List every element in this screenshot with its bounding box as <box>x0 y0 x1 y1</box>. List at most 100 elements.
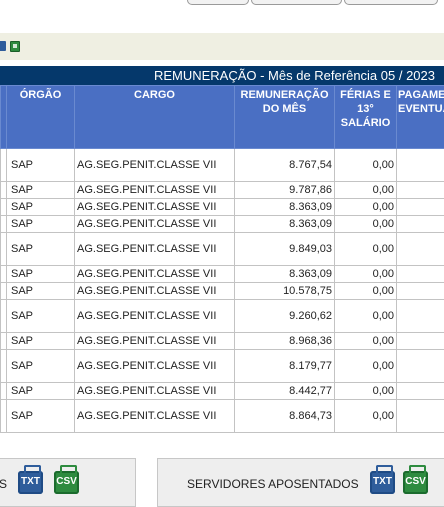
cell-remuneracao: 9.787,86 <box>234 181 335 199</box>
txt-download-icon[interactable]: TXT <box>370 465 395 494</box>
cell-cargo: AG.SEG.PENIT.CLASSE VII <box>74 399 235 433</box>
cell-cargo: AG.SEG.PENIT.CLASSE VII <box>74 349 235 383</box>
cell-ferias: 0,00 <box>334 181 397 199</box>
table-row: SAP AG.SEG.PENIT.CLASSE VII 9.787,86 0,00 <box>0 181 444 199</box>
cell-remuneracao: 8.363,09 <box>234 198 335 216</box>
cell-orgao: SAP <box>6 215 75 233</box>
cell-ferias: 0,00 <box>334 148 397 182</box>
column-header-pagamentos[interactable]: PAGAMENTOS EVENTUAIS <box>396 85 444 149</box>
cell-remuneracao: 8.767,54 <box>234 148 335 182</box>
txt-icon-label: TXT <box>373 476 392 487</box>
cell-orgao: SAP <box>6 399 75 433</box>
csv-icon-label: CSV <box>405 476 426 487</box>
table-row: SAP AG.SEG.PENIT.CLASSE VII 8.864,73 0,00 <box>0 399 444 433</box>
top-button[interactable] <box>344 0 438 5</box>
cell-cargo: AG.SEG.PENIT.CLASSE VII <box>74 181 235 199</box>
cell-pagamentos <box>396 215 444 233</box>
cell-cargo: AG.SEG.PENIT.CLASSE VII <box>74 382 235 400</box>
column-header-cargo[interactable]: CARGO <box>74 85 235 149</box>
cell-remuneracao: 9.849,03 <box>234 232 335 266</box>
cell-remuneracao: 8.442,77 <box>234 382 335 400</box>
cell-remuneracao: 8.363,09 <box>234 265 335 283</box>
table-row: SAP AG.SEG.PENIT.CLASSE VII 8.179,77 0,00 <box>0 349 444 383</box>
spacer <box>0 20 444 33</box>
cell-orgao: SAP <box>6 265 75 283</box>
cell-ferias: 0,00 <box>334 215 397 233</box>
csv-download-icon[interactable]: CSV <box>54 465 79 494</box>
download-label-aposentados: SERVIDORES APOSENTADOS <box>187 477 359 491</box>
csv-icon-label: CSV <box>56 476 77 487</box>
cell-pagamentos <box>396 299 444 333</box>
cell-pagamentos <box>396 232 444 266</box>
cell-ferias: 0,00 <box>334 265 397 283</box>
table-row: SAP AG.SEG.PENIT.CLASSE VII 8.767,54 0,00 <box>0 148 444 182</box>
table-title-bar: REMUNERAÇÃO - Mês de Referência 05 / 202… <box>0 66 444 85</box>
cell-pagamentos <box>396 382 444 400</box>
txt-icon-label: TXT <box>21 476 40 487</box>
cell-cargo: AG.SEG.PENIT.CLASSE VII <box>74 148 235 182</box>
cell-pagamentos <box>396 148 444 182</box>
page-title: REMUNERAÇÃO - Mês de Referência 05 / 202… <box>153 68 435 83</box>
cell-remuneracao: 8.968,36 <box>234 332 335 350</box>
cell-pagamentos <box>396 181 444 199</box>
cell-ferias: 0,00 <box>334 399 397 433</box>
txt-download-icon[interactable]: TXT <box>18 465 43 494</box>
cell-ferias: 0,00 <box>334 299 397 333</box>
table-row: SAP AG.SEG.PENIT.CLASSE VII 8.363,09 0,00 <box>0 215 444 233</box>
cell-remuneracao: 9.260,62 <box>234 299 335 333</box>
excel-icon[interactable] <box>10 41 20 52</box>
cell-orgao: SAP <box>6 382 75 400</box>
remuneration-table-container[interactable]: ÓRGÃO CARGO REMUNERAÇÃO DO MÊS FÉRIAS E … <box>0 85 444 442</box>
cell-pagamentos <box>396 282 444 300</box>
cell-remuneracao: 10.578,75 <box>234 282 335 300</box>
top-button[interactable] <box>187 0 249 5</box>
cell-orgao: SAP <box>6 181 75 199</box>
cell-pagamentos <box>396 198 444 216</box>
cell-cargo: AG.SEG.PENIT.CLASSE VII <box>74 282 235 300</box>
cell-orgao: SAP <box>6 299 75 333</box>
cell-ferias: 0,00 <box>334 232 397 266</box>
table-row: SAP AG.SEG.PENIT.CLASSE VII 9.849,03 0,00 <box>0 232 444 266</box>
cell-ferias: 0,00 <box>334 282 397 300</box>
table-row: SAP AG.SEG.PENIT.CLASSE VII 8.968,36 0,00 <box>0 332 444 350</box>
cell-ferias: 0,00 <box>334 198 397 216</box>
cell-cargo: AG.SEG.PENIT.CLASSE VII <box>74 232 235 266</box>
cell-orgao: SAP <box>6 349 75 383</box>
column-header-orgao[interactable]: ÓRGÃO <box>6 85 75 149</box>
column-header-ferias[interactable]: FÉRIAS E 13° SALÁRIO <box>334 85 397 149</box>
table-row: SAP AG.SEG.PENIT.CLASSE VII 8.442,77 0,00 <box>0 382 444 400</box>
download-box-servidores-ativos: S TXT CSV <box>0 458 136 507</box>
table-row: SAP AG.SEG.PENIT.CLASSE VII 9.260,62 0,00 <box>0 299 444 333</box>
cell-ferias: 0,00 <box>334 349 397 383</box>
cell-orgao: SAP <box>6 282 75 300</box>
column-header-remuneracao[interactable]: REMUNERAÇÃO DO MÊS <box>234 85 335 149</box>
table-row: SAP AG.SEG.PENIT.CLASSE VII 8.363,09 0,00 <box>0 198 444 216</box>
cell-pagamentos <box>396 399 444 433</box>
remuneration-table: ÓRGÃO CARGO REMUNERAÇÃO DO MÊS FÉRIAS E … <box>0 85 444 433</box>
csv-download-icon[interactable]: CSV <box>403 465 428 494</box>
cell-cargo: AG.SEG.PENIT.CLASSE VII <box>74 299 235 333</box>
cell-orgao: SAP <box>6 148 75 182</box>
cell-orgao: SAP <box>6 332 75 350</box>
cell-cargo: AG.SEG.PENIT.CLASSE VII <box>74 265 235 283</box>
export-icon-bar <box>0 33 444 60</box>
cell-pagamentos <box>396 265 444 283</box>
cell-remuneracao: 8.363,09 <box>234 215 335 233</box>
footer-downloads: S TXT CSV SERVIDORES APOSENTADOS TXT CSV <box>0 442 444 507</box>
table-header-row: ÓRGÃO CARGO REMUNERAÇÃO DO MÊS FÉRIAS E … <box>0 85 444 149</box>
cell-pagamentos <box>396 332 444 350</box>
cell-orgao: SAP <box>6 232 75 266</box>
cell-cargo: AG.SEG.PENIT.CLASSE VII <box>74 215 235 233</box>
print-icon[interactable] <box>0 41 6 51</box>
cell-ferias: 0,00 <box>334 332 397 350</box>
cell-remuneracao: 8.864,73 <box>234 399 335 433</box>
download-box-servidores-aposentados: SERVIDORES APOSENTADOS TXT CSV <box>157 458 444 507</box>
top-button[interactable] <box>251 0 342 5</box>
cell-ferias: 0,00 <box>334 382 397 400</box>
table-row: SAP AG.SEG.PENIT.CLASSE VII 8.363,09 0,00 <box>0 265 444 283</box>
top-toolbar <box>0 0 444 20</box>
cell-cargo: AG.SEG.PENIT.CLASSE VII <box>74 332 235 350</box>
download-label-left: S <box>0 477 8 491</box>
cell-cargo: AG.SEG.PENIT.CLASSE VII <box>74 198 235 216</box>
table-row: SAP AG.SEG.PENIT.CLASSE VII 10.578,75 0,00 <box>0 282 444 300</box>
